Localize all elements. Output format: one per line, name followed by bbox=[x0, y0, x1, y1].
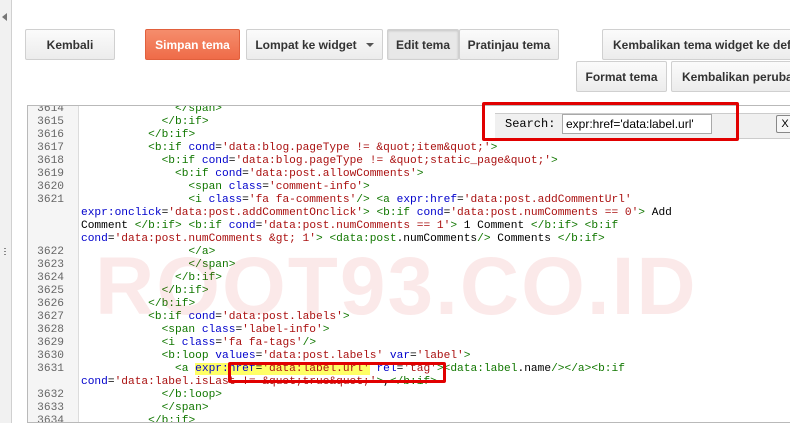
search-match: expr:href='data:label.url' bbox=[195, 363, 370, 375]
code-text: </a> bbox=[188, 246, 216, 258]
code-text: </span> bbox=[188, 259, 236, 271]
line-number: 3631 bbox=[37, 363, 64, 375]
line-number: 3634 bbox=[37, 415, 64, 423]
revert-changes-button[interactable]: Kembalikan perubahan bbox=[671, 61, 790, 92]
code-editor[interactable]: 3614 </span> 3615 </b:if> 3616 </b:if> 3617… bbox=[27, 105, 790, 423]
save-theme-button[interactable]: Simpan tema bbox=[145, 29, 240, 60]
line-number: 3624 bbox=[37, 272, 64, 284]
code-line[interactable]: 3625 </b:if> bbox=[28, 285, 790, 298]
code-text: <span class='label-info'> bbox=[161, 324, 330, 336]
code-text: </b:loop> bbox=[161, 389, 223, 401]
line-number: 3625 bbox=[37, 285, 64, 297]
line-number: 3632 bbox=[37, 389, 64, 401]
line-number: 3619 bbox=[37, 168, 64, 180]
code-line[interactable]: 3632 </b:loop> bbox=[28, 389, 790, 402]
grip-icon bbox=[4, 251, 6, 252]
code-line[interactable]: 3619 <b:if cond='data:post.allowComments… bbox=[28, 168, 790, 181]
code-line[interactable]: 3627 <b:if cond='data:post.labels'> bbox=[28, 311, 790, 324]
line-number: 3614 bbox=[37, 105, 64, 115]
line-number: 3615 bbox=[37, 116, 64, 128]
code-line[interactable]: 3621 <i class='fa fa-comments'/> <a expr… bbox=[28, 194, 790, 207]
back-button[interactable]: Kembali bbox=[25, 29, 115, 60]
code-text: expr:onclick='data:post.addCommentOnclic… bbox=[81, 207, 672, 219]
code-text: </span> bbox=[175, 105, 223, 115]
code-text: </b:if> bbox=[161, 285, 209, 297]
code-text: <b:loop values='data:post.labels' var='l… bbox=[161, 350, 471, 362]
code-line[interactable]: cond='data:post.numComments &gt; 1'> <da… bbox=[28, 233, 790, 246]
code-line[interactable]: cond='data:label.isLast != &quot;true&qu… bbox=[28, 376, 790, 389]
chevron-down-icon bbox=[365, 42, 374, 47]
line-number: 3629 bbox=[37, 337, 64, 349]
search-label: Search: bbox=[505, 117, 556, 131]
code-line[interactable]: 3622 </a> bbox=[28, 246, 790, 259]
grip-icon bbox=[4, 248, 6, 249]
code-text: </b:if> bbox=[175, 272, 223, 284]
restore-default-widgets-button[interactable]: Kembalikan tema widget ke default bbox=[602, 29, 790, 60]
code-text: <i class='fa fa-comments'/> <a expr:href… bbox=[188, 194, 632, 206]
code-text: <b:if cond='data:blog.pageType != &quot;… bbox=[148, 142, 498, 154]
code-line[interactable]: 3630 <b:loop values='data:post.labels' v… bbox=[28, 350, 790, 363]
code-text: <a expr:href='data:label.url' rel='tag'>… bbox=[175, 363, 625, 375]
code-lines[interactable]: 3614 </span> 3615 </b:if> 3616 </b:if> 3617… bbox=[28, 105, 790, 423]
code-line[interactable]: 3629 <i class='fa fa-tags'/> bbox=[28, 337, 790, 350]
code-line[interactable]: 3620 <span class='comment-info'> bbox=[28, 181, 790, 194]
code-text: </b:if> bbox=[148, 415, 196, 423]
code-text: cond='data:post.numComments &gt; 1'> <da… bbox=[81, 233, 605, 245]
line-number: 3633 bbox=[37, 402, 64, 414]
code-line[interactable]: 3618 <b:if cond='data:blog.pageType != &… bbox=[28, 155, 790, 168]
code-line[interactable]: 3624 </b:if> bbox=[28, 272, 790, 285]
code-text: Comment </b:if> <b:if cond='data:post.nu… bbox=[81, 220, 619, 232]
search-bar: Search: X bbox=[495, 113, 790, 139]
code-text: <b:if cond='data:post.labels'> bbox=[148, 311, 350, 323]
line-number: 3630 bbox=[37, 350, 64, 362]
code-text: <b:if cond='data:blog.pageType != &quot;… bbox=[161, 155, 558, 167]
line-number: 3628 bbox=[37, 324, 64, 336]
code-line[interactable]: 3623 </span> bbox=[28, 259, 790, 272]
format-theme-button[interactable]: Format tema bbox=[576, 61, 667, 92]
line-number: 3626 bbox=[37, 298, 64, 310]
left-scrollbar[interactable] bbox=[0, 0, 12, 423]
code-text: </b:if> bbox=[161, 116, 209, 128]
grip-icon bbox=[4, 254, 6, 255]
code-text: <b:if cond='data:post.allowComments'> bbox=[175, 168, 424, 180]
line-number: 3627 bbox=[37, 311, 64, 323]
line-number: 3622 bbox=[37, 246, 64, 258]
preview-theme-tab[interactable]: Pratinjau tema bbox=[459, 29, 559, 60]
line-number: 3623 bbox=[37, 259, 64, 271]
line-number: 3618 bbox=[37, 155, 64, 167]
code-text: </span> bbox=[161, 402, 209, 414]
code-text: <i class='fa fa-tags'/> bbox=[161, 337, 317, 349]
code-text: <span class='comment-info'> bbox=[188, 181, 370, 193]
jump-to-widget-dropdown[interactable]: Lompat ke widget bbox=[246, 29, 383, 60]
code-line[interactable]: 3617 <b:if cond='data:blog.pageType != &… bbox=[28, 142, 790, 155]
code-line[interactable]: Comment </b:if> <b:if cond='data:post.nu… bbox=[28, 220, 790, 233]
code-text: </b:if> bbox=[148, 129, 196, 141]
code-text: </b:if> bbox=[148, 298, 196, 310]
close-search-button[interactable]: X bbox=[776, 115, 790, 133]
code-line[interactable]: 3626 </b:if> bbox=[28, 298, 790, 311]
code-line[interactable]: 3631 <a expr:href='data:label.url' rel='… bbox=[28, 363, 790, 376]
code-line[interactable]: 3633 </span> bbox=[28, 402, 790, 415]
code-line[interactable]: expr:onclick='data:post.addCommentOnclic… bbox=[28, 207, 790, 220]
line-number: 3621 bbox=[37, 194, 64, 206]
line-number: 3617 bbox=[37, 142, 64, 154]
code-text: cond='data:label.isLast != &quot;true&qu… bbox=[81, 376, 437, 388]
line-number: 3616 bbox=[37, 129, 64, 141]
collapse-arrow-icon[interactable] bbox=[2, 13, 7, 21]
code-line[interactable]: 3634 </b:if> bbox=[28, 415, 790, 423]
edit-theme-tab[interactable]: Edit tema bbox=[387, 29, 459, 60]
search-input[interactable] bbox=[562, 114, 712, 134]
line-number: 3620 bbox=[37, 181, 64, 193]
code-line[interactable]: 3628 <span class='label-info'> bbox=[28, 324, 790, 337]
jump-to-widget-label: Lompat ke widget bbox=[255, 37, 357, 52]
